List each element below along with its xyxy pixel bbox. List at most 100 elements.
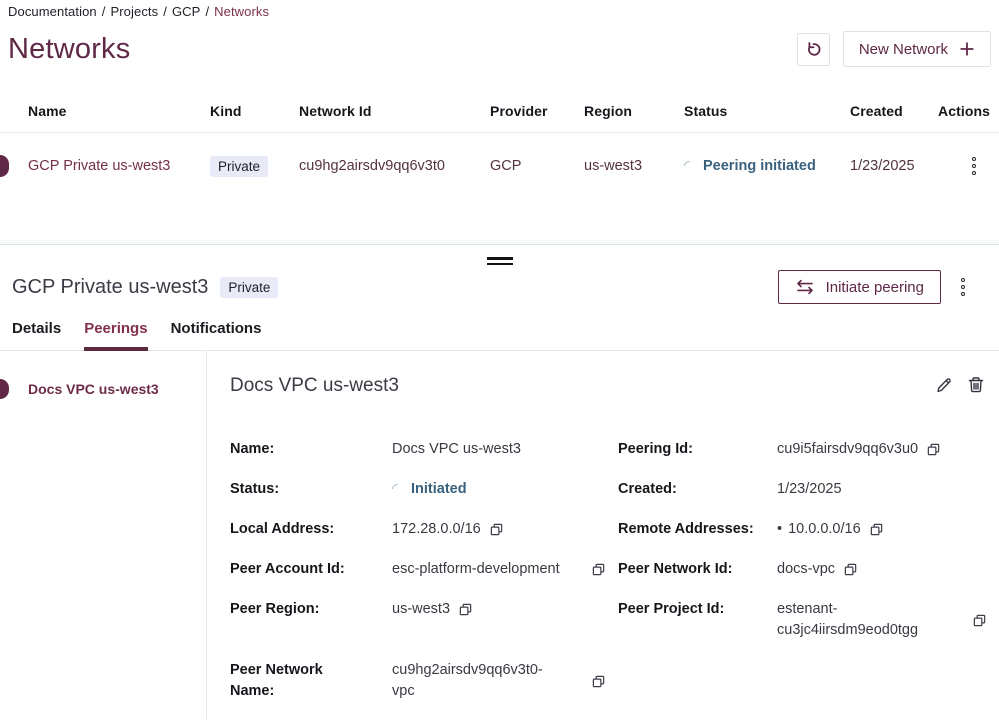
field-value-created: 1/23/2025 xyxy=(777,479,987,500)
breadcrumb-gcp[interactable]: GCP xyxy=(172,4,200,19)
copy-icon xyxy=(869,522,884,537)
field-label-name: Name: xyxy=(230,439,392,460)
initiate-peering-button-label: Initiate peering xyxy=(826,279,924,296)
kind-badge: Private xyxy=(210,156,268,177)
breadcrumb: Documentation/Projects/GCP/Networks xyxy=(0,0,999,19)
copy-icon xyxy=(972,613,987,628)
field-value-peer-network-name: cu9hg2airsdv9qq6v3t0-vpc xyxy=(392,660,618,702)
plus-icon xyxy=(959,41,975,57)
network-created-cell: 1/23/2025 xyxy=(850,158,938,174)
peer-region-value: us-west3 xyxy=(392,599,450,620)
table-row: GCP Private us-west3 Private cu9hg2airsd… xyxy=(0,133,999,199)
column-header-provider: Provider xyxy=(490,103,584,119)
breadcrumb-separator: / xyxy=(205,4,209,19)
column-header-status: Status xyxy=(684,103,850,119)
field-value-remote-addresses: • 10.0.0.0/16 xyxy=(777,519,987,540)
delete-peering-button[interactable] xyxy=(966,375,986,395)
new-network-button-label: New Network xyxy=(859,41,948,58)
column-header-region: Region xyxy=(584,103,684,119)
field-value-peer-network-id: docs-vpc xyxy=(777,559,987,580)
field-value-name: Docs VPC us-west3 xyxy=(392,439,618,460)
copy-peering-id-button[interactable] xyxy=(926,442,941,457)
copy-icon xyxy=(591,674,606,689)
page-actions: New Network xyxy=(797,31,991,67)
copy-peer-network-name-button[interactable] xyxy=(591,674,606,689)
tab-notifications[interactable]: Notifications xyxy=(171,320,262,350)
field-label-local-address: Local Address: xyxy=(230,519,392,540)
copy-icon xyxy=(591,562,606,577)
peering-fields: Name: Docs VPC us-west3 Peering Id: cu9i… xyxy=(230,439,987,702)
spinner-icon xyxy=(390,482,405,497)
peering-title: Docs VPC us-west3 xyxy=(230,375,399,397)
network-id-cell: cu9hg2airsdv9qq6v3t0 xyxy=(299,158,490,174)
status-text: Peering initiated xyxy=(703,158,816,174)
field-value-status: Initiated xyxy=(392,479,618,500)
field-label-peer-region: Peer Region: xyxy=(230,599,392,620)
tab-peerings[interactable]: Peerings xyxy=(84,320,147,350)
initiate-peering-button[interactable]: Initiate peering xyxy=(778,270,941,304)
field-label-created: Created: xyxy=(618,479,777,500)
new-network-button[interactable]: New Network xyxy=(843,31,991,67)
network-name-link[interactable]: GCP Private us-west3 xyxy=(0,158,210,174)
network-provider-cell: GCP xyxy=(490,158,584,174)
local-address-value: 172.28.0.0/16 xyxy=(392,519,481,540)
copy-peer-network-id-button[interactable] xyxy=(843,562,858,577)
panel-title: GCP Private us-west3 xyxy=(12,276,208,299)
remote-addresses-value: 10.0.0.0/16 xyxy=(788,519,861,540)
swap-arrows-icon xyxy=(795,279,815,295)
column-header-created: Created xyxy=(850,103,938,119)
copy-peer-project-id-button[interactable] xyxy=(972,613,987,628)
copy-remote-addresses-button[interactable] xyxy=(869,522,884,537)
peer-network-id-value: docs-vpc xyxy=(777,559,835,580)
breadcrumb-documentation[interactable]: Documentation xyxy=(8,4,97,19)
edit-peering-button[interactable] xyxy=(934,375,954,395)
network-kind-cell: Private xyxy=(210,156,299,177)
detail-tabs: Details Peerings Notifications xyxy=(0,320,999,351)
field-value-peer-account-id: esc-platform-development xyxy=(392,559,618,580)
page-title: Networks xyxy=(8,33,130,66)
field-value-peer-region: us-west3 xyxy=(392,599,618,620)
sidebar-item-docs-vpc[interactable]: Docs VPC us-west3 xyxy=(0,381,206,397)
breadcrumb-projects[interactable]: Projects xyxy=(110,4,158,19)
field-value-local-address: 172.28.0.0/16 xyxy=(392,519,618,540)
copy-icon xyxy=(489,522,504,537)
copy-local-address-button[interactable] xyxy=(489,522,504,537)
copy-peer-account-id-button[interactable] xyxy=(591,562,606,577)
spinner-icon xyxy=(682,158,697,173)
network-detail-panel: GCP Private us-west3 Private Initiate pe… xyxy=(0,244,999,723)
field-label-peering-id: Peering Id: xyxy=(618,439,777,460)
tab-details[interactable]: Details xyxy=(12,320,61,350)
peerings-sidebar: Docs VPC us-west3 xyxy=(0,351,207,719)
network-status-cell: Peering initiated xyxy=(684,158,850,174)
created-value: 1/23/2025 xyxy=(777,479,842,500)
peer-network-name-value: cu9hg2airsdv9qq6v3t0-vpc xyxy=(392,660,560,702)
refresh-button[interactable] xyxy=(797,33,830,66)
pencil-icon xyxy=(934,375,954,395)
field-label-status: Status: xyxy=(230,479,392,500)
field-label-peer-account-id: Peer Account Id: xyxy=(230,559,392,580)
copy-icon xyxy=(458,602,473,617)
network-actions-cell xyxy=(938,153,999,179)
panel-kind-badge: Private xyxy=(220,277,278,298)
copy-icon xyxy=(843,562,858,577)
status-value: Initiated xyxy=(411,479,467,500)
field-label-peer-network-name: Peer Network Name: xyxy=(230,660,342,702)
selected-item-marker xyxy=(0,379,9,399)
peer-project-id-value: estenant-cu3jc4iirsdm9eod0tgg xyxy=(777,599,959,641)
panel-kebab-menu-button[interactable] xyxy=(957,274,969,300)
copy-icon xyxy=(926,442,941,457)
breadcrumb-separator: / xyxy=(102,4,106,19)
copy-peer-region-button[interactable] xyxy=(458,602,473,617)
field-value-peering-id: cu9i5fairsdv9qq6v3u0 xyxy=(777,439,987,460)
field-label-peer-project-id: Peer Project Id: xyxy=(618,599,777,620)
panel-resize-handle[interactable] xyxy=(485,252,515,270)
column-header-actions: Actions xyxy=(938,103,999,119)
column-header-kind: Kind xyxy=(210,103,299,119)
breadcrumb-current-networks: Networks xyxy=(214,4,269,19)
name-value: Docs VPC us-west3 xyxy=(392,439,521,460)
trash-icon xyxy=(966,375,986,395)
networks-table-header: Name Kind Network Id Provider Region Sta… xyxy=(0,103,999,133)
row-kebab-menu-button[interactable] xyxy=(968,153,980,179)
sidebar-item-label: Docs VPC us-west3 xyxy=(28,381,159,397)
bullet-icon: • xyxy=(777,519,782,540)
